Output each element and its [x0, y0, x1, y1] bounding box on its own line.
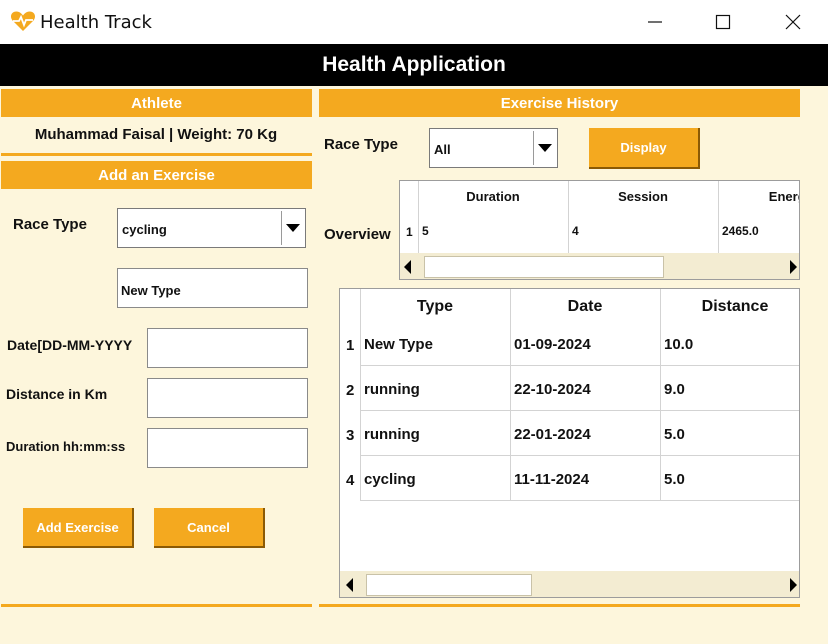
minimize-icon — [648, 21, 662, 23]
new-type-input[interactable]: New Type — [117, 268, 308, 308]
table-row-index: 1 — [346, 337, 355, 354]
maximize-button[interactable] — [700, 0, 746, 44]
distance-label: Distance in Km — [6, 386, 108, 402]
table-row-index: 4 — [346, 472, 355, 489]
window-title: Health Track — [40, 12, 152, 33]
history-header-distance: Distance — [701, 298, 769, 315]
table-cell-distance: 10.0 — [664, 336, 694, 353]
overview-header-energy: Energy( — [768, 189, 799, 204]
table-cell-type: cycling — [364, 471, 416, 488]
table-cell-type: New Type — [364, 336, 433, 353]
date-label: Date[DD-MM-YYYY — [7, 337, 133, 353]
history-header-type: Type — [416, 298, 454, 315]
close-button[interactable] — [770, 0, 816, 44]
date-input[interactable] — [147, 328, 308, 368]
athlete-heading: Athlete — [1, 89, 312, 117]
race-type-value: cycling — [122, 222, 167, 237]
divider — [1, 604, 312, 607]
heart-pulse-icon — [10, 10, 36, 32]
scroll-thumb[interactable] — [366, 574, 532, 596]
cancel-button[interactable]: Cancel — [154, 508, 265, 548]
athlete-info: Muhammad Faisal | Weight: 70 Kg — [34, 126, 278, 143]
overview-scrollbar[interactable] — [400, 253, 799, 279]
distance-input[interactable] — [147, 378, 308, 418]
table-cell-type: running — [364, 426, 420, 443]
history-header-date: Date — [567, 298, 603, 315]
table-cell-date: 11-11-2024 — [514, 471, 590, 488]
table-cell-date: 01-09-2024 — [514, 336, 591, 353]
table-cell-date: 22-10-2024 — [514, 381, 591, 398]
race-type-label: Race Type — [13, 216, 87, 233]
overview-header-duration: Duration — [466, 189, 520, 204]
new-type-value: New Type — [121, 283, 181, 298]
scroll-right-icon[interactable] — [790, 260, 797, 274]
history-scrollbar[interactable] — [340, 571, 799, 597]
duration-input[interactable] — [147, 428, 308, 468]
scroll-left-icon[interactable] — [404, 260, 411, 274]
history-race-type-value: All — [434, 142, 451, 157]
chevron-down-icon[interactable] — [281, 211, 303, 245]
table-cell-distance: 5.0 — [664, 471, 685, 488]
divider — [319, 604, 800, 607]
table-cell-date: 22-01-2024 — [514, 426, 591, 443]
overview-table: Duration Session Energy( 1 5 4 2465.0 — [399, 180, 800, 280]
add-exercise-button[interactable]: Add Exercise — [23, 508, 134, 548]
exercise-history-heading: Exercise History — [319, 89, 800, 117]
race-type-select[interactable]: cycling — [117, 208, 306, 248]
scroll-thumb[interactable] — [424, 256, 664, 278]
close-icon — [785, 14, 801, 30]
overview-row-index: 1 — [406, 225, 413, 239]
divider — [1, 153, 312, 156]
history-race-type-label: Race Type — [324, 136, 398, 153]
history-table: Type Date Distance 1 New Type 01-09-2024… — [339, 288, 800, 598]
scroll-right-icon[interactable] — [790, 578, 797, 592]
duration-label: Duration hh:mm:ss — [6, 439, 126, 454]
minimize-button[interactable] — [632, 0, 678, 44]
overview-cell-duration: 5 — [422, 224, 429, 238]
table-row-index: 2 — [346, 382, 355, 399]
overview-label: Overview — [324, 226, 391, 243]
table-cell-distance: 5.0 — [664, 426, 685, 443]
overview-cell-session: 4 — [572, 224, 579, 238]
chevron-down-icon[interactable] — [533, 131, 555, 165]
maximize-icon — [715, 14, 731, 30]
app-header: Health Application — [0, 44, 828, 86]
scroll-left-icon[interactable] — [346, 578, 353, 592]
table-cell-type: running — [364, 381, 420, 398]
overview-cell-energy: 2465.0 — [722, 224, 759, 238]
history-race-type-select[interactable]: All — [429, 128, 558, 168]
add-exercise-heading: Add an Exercise — [1, 161, 312, 189]
display-button[interactable]: Display — [589, 128, 700, 169]
table-cell-distance: 9.0 — [664, 381, 685, 398]
overview-header-session: Session — [618, 189, 668, 204]
table-row-index: 3 — [346, 427, 355, 444]
